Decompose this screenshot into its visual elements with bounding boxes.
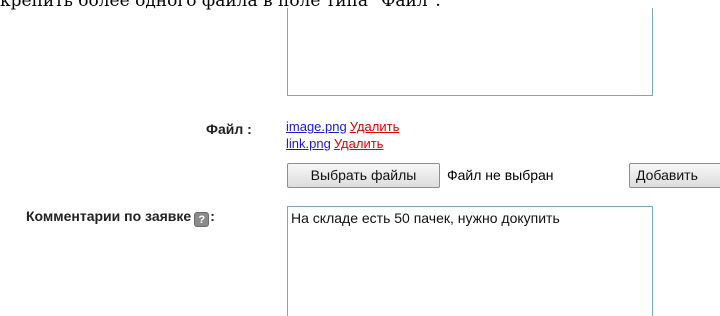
no-file-selected-text: Файл не выбран	[447, 167, 554, 183]
file-label: Файл :	[206, 121, 252, 137]
file-link-image-png[interactable]: image.png	[286, 119, 347, 134]
help-icon[interactable]: ?	[194, 212, 210, 227]
add-file-button[interactable]: Добавить	[629, 163, 720, 188]
attached-files-list: image.png Удалить link.png Удалить	[286, 118, 399, 152]
file-row: link.png Удалить	[286, 135, 399, 152]
delete-file-image-png-link[interactable]: Удалить	[350, 119, 400, 134]
comment-textarea[interactable]: На складе есть 50 пачек, нужно докупить	[287, 206, 653, 316]
file-link-link-png[interactable]: link.png	[286, 136, 331, 151]
request-form: крепить более одного файла в поле типа "…	[0, 0, 720, 316]
comment-label-colon: :	[210, 208, 215, 224]
comment-label-group: Комментарии по заявке?:	[26, 208, 215, 227]
file-row: image.png Удалить	[286, 118, 399, 135]
delete-file-link-png-link[interactable]: Удалить	[334, 136, 384, 151]
comment-label: Комментарии по заявке	[26, 208, 192, 224]
previous-textarea[interactable]	[287, 8, 653, 96]
choose-files-button[interactable]: Выбрать файлы	[287, 163, 440, 188]
